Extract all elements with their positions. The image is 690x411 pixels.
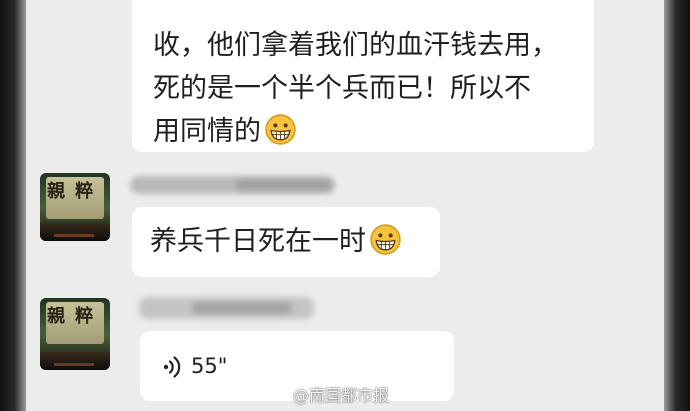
cropped-line: ‌ [153,6,574,24]
photo-border-right [664,0,690,411]
message-line-3-row: 用同情的 [153,110,574,153]
message-line-2: 死的是一个半个兵而已！所以不 [153,73,531,104]
blurred-sender-name [192,302,292,314]
avatar[interactable]: 親 粹 [40,298,110,370]
message-line-1: 收，他们拿着我们的血汗钱去用， [153,30,558,61]
voice-wave-icon [163,356,181,378]
grinning-face-icon [370,224,401,255]
voice-duration: 55" [191,354,228,378]
blurred-sender-name [236,180,331,190]
avatar-glyph: 親 [47,181,65,202]
message-bubble-2[interactable]: 养兵千日死在一时 [132,207,440,277]
avatar-glyph: 粹 [75,306,93,327]
watermark: @南国都市报 [293,386,390,405]
avatar-eave [40,223,110,241]
message-bubble-1[interactable]: ‌ 收，他们拿着我们的血汗钱去用， 死的是一个半个兵而已！所以不 用同情的 [132,0,594,152]
message-text: 养兵千日死在一时 [150,226,366,257]
message-line-row: 养兵千日死在一时 [150,207,422,277]
avatar[interactable]: 親 粹 [40,173,110,241]
photo-border-left [0,0,26,411]
avatar-deco [54,363,94,366]
avatar-glyph: 粹 [75,181,93,202]
avatar-eave [40,352,110,370]
avatar-glyph: 親 [47,306,65,327]
grinning-face-icon [265,114,296,145]
message-line-3: 用同情的 [153,116,261,147]
avatar-deco [54,234,94,237]
